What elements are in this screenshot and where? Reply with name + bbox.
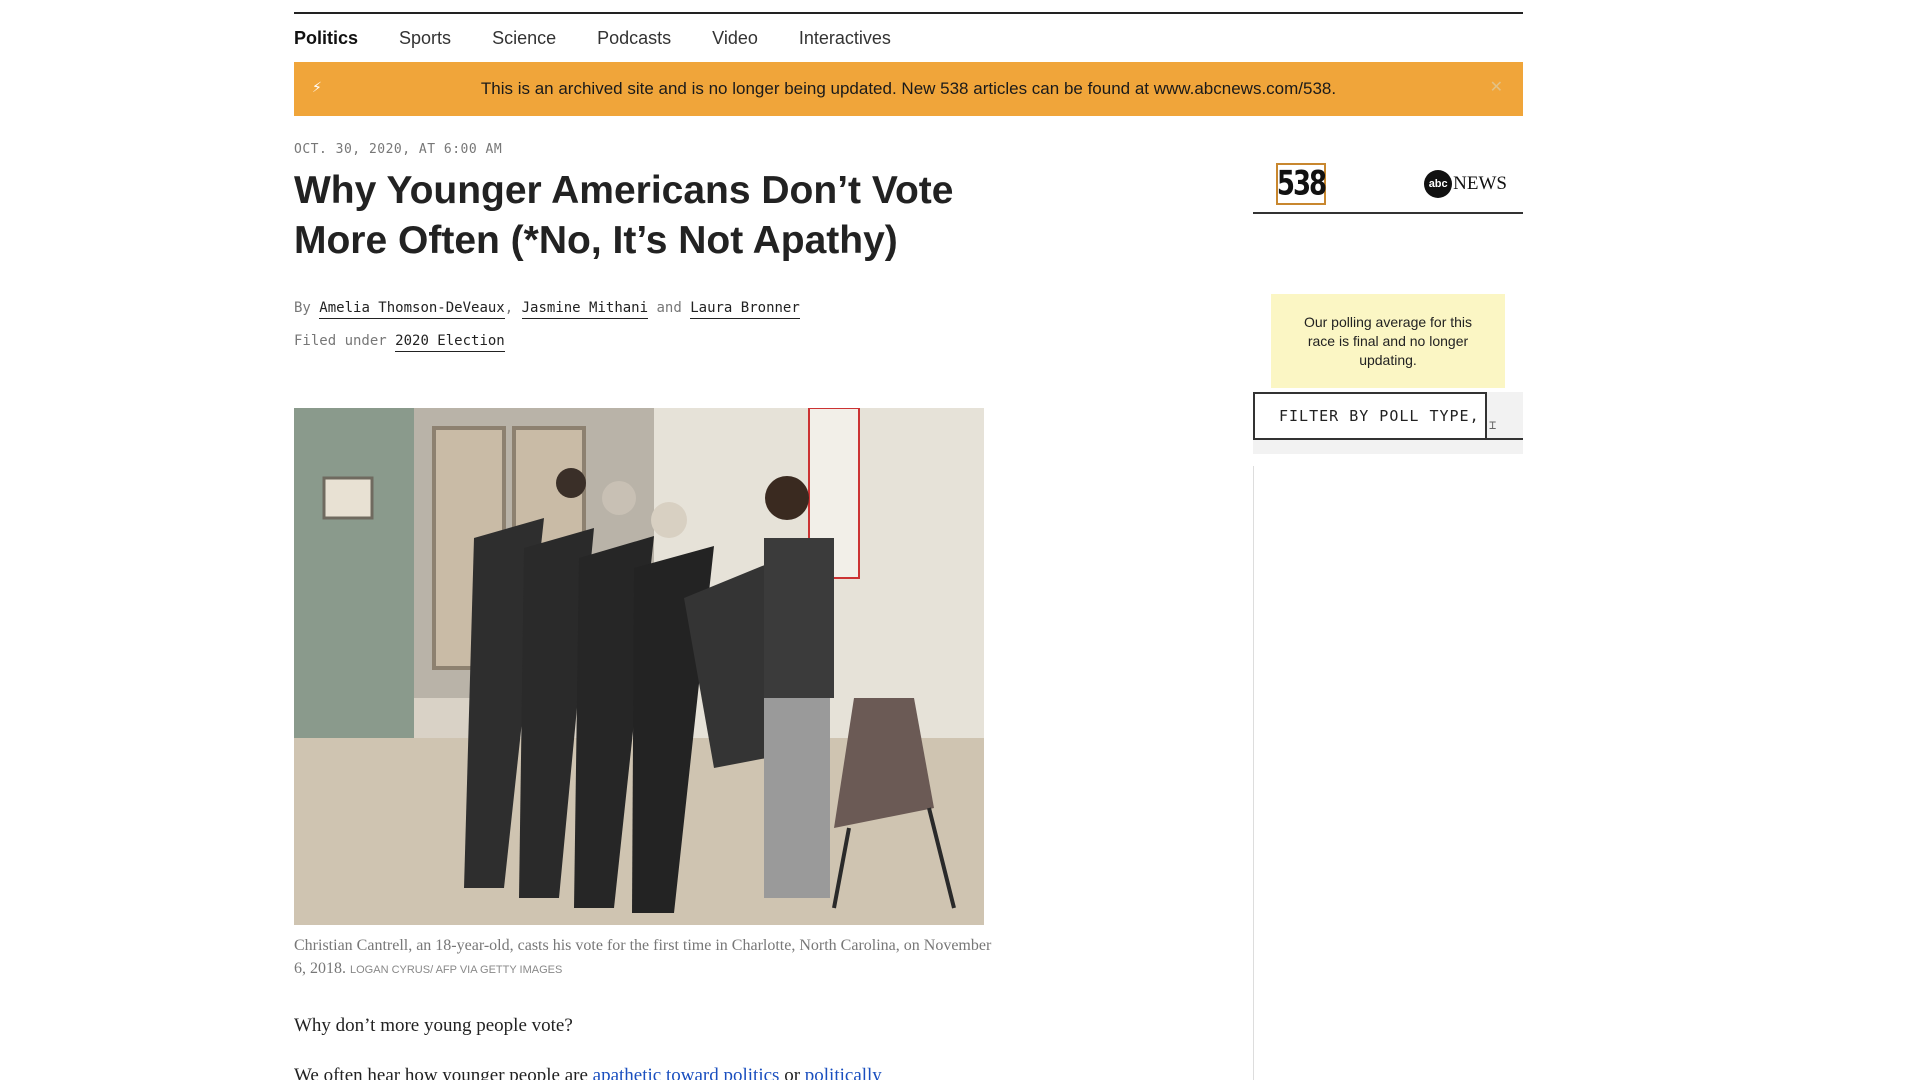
filter-by-poll-type-button[interactable]: FILTER BY POLL TYPE, xyxy=(1253,392,1487,440)
paragraph-text: We often hear how younger people are xyxy=(294,1065,588,1080)
abc-news-logo[interactable]: abc NEWS xyxy=(1424,170,1507,198)
nav-item-video[interactable]: Video xyxy=(712,28,758,49)
photo-credit: LOGAN CYRUS/ AFP VIA GETTY IMAGES xyxy=(350,964,563,976)
filter-area: FILTER BY POLL TYPE, ⌶ xyxy=(1253,392,1523,454)
bolt-icon: ⚡︎ xyxy=(312,79,322,95)
article-paragraph: Why don’t more young people vote? xyxy=(294,1015,573,1036)
filed-under: Filed under 2020 Election xyxy=(294,333,505,352)
nav-item-interactives[interactable]: Interactives xyxy=(799,28,891,49)
nav-item-podcasts[interactable]: Podcasts xyxy=(597,28,671,49)
polling-notice: Our polling average for this race is fin… xyxy=(1271,294,1505,388)
photo-caption: Christian Cantrell, an 18-year-old, cast… xyxy=(294,934,994,982)
archive-banner: ⚡︎ This is an archived site and is no lo… xyxy=(294,62,1523,116)
byline-prefix: By xyxy=(294,300,311,316)
filed-prefix: Filed under xyxy=(294,333,387,349)
nav-item-sports[interactable]: Sports xyxy=(399,28,451,49)
article-dateline: OCT. 30, 2020, AT 6:00 AM xyxy=(294,142,503,157)
author-link[interactable]: Laura Bronner xyxy=(690,300,800,319)
author-link[interactable]: Amelia Thomson-DeVeaux xyxy=(319,300,505,319)
inline-link[interactable]: politically xyxy=(805,1065,882,1080)
paragraph-text: or xyxy=(784,1065,801,1080)
byline-separator: , xyxy=(504,300,514,316)
nav-item-politics[interactable]: Politics xyxy=(294,28,358,49)
abc-logo-news: NEWS xyxy=(1453,173,1507,194)
author-link[interactable]: Jasmine Mithani xyxy=(521,300,649,319)
tag-link[interactable]: 2020 Election xyxy=(395,333,505,352)
article-photo xyxy=(294,408,984,925)
main-nav: Politics Sports Science Podcasts Video I… xyxy=(294,14,1523,62)
text-cursor-icon: ⌶ xyxy=(1489,418,1497,432)
article-paragraph: We often hear how younger people are apa… xyxy=(294,1065,882,1080)
538-logo[interactable]: 538 xyxy=(1276,163,1327,205)
538-logo-text: 538 xyxy=(1276,164,1327,204)
abc-logo-circle: abc xyxy=(1424,170,1453,198)
voting-booths-image xyxy=(294,408,984,925)
inline-link[interactable]: apathetic toward politics xyxy=(593,1065,780,1080)
archive-banner-text: This is an archived site and is no longe… xyxy=(480,79,1337,98)
site-header: Politics Sports Science Podcasts Video I… xyxy=(294,12,1523,116)
filter-underline xyxy=(1487,438,1523,440)
article-title: Why Younger Americans Don’t Vote More Of… xyxy=(294,169,954,262)
byline-separator: and xyxy=(656,300,682,316)
close-icon[interactable]: ✕ xyxy=(1490,77,1503,97)
nav-item-science[interactable]: Science xyxy=(492,28,556,49)
sidebar-logos: 538 abc NEWS xyxy=(1253,158,1523,214)
sidebar-divider xyxy=(1253,466,1254,1080)
byline: By Amelia Thomson-DeVeaux, Jasmine Mitha… xyxy=(294,300,800,319)
